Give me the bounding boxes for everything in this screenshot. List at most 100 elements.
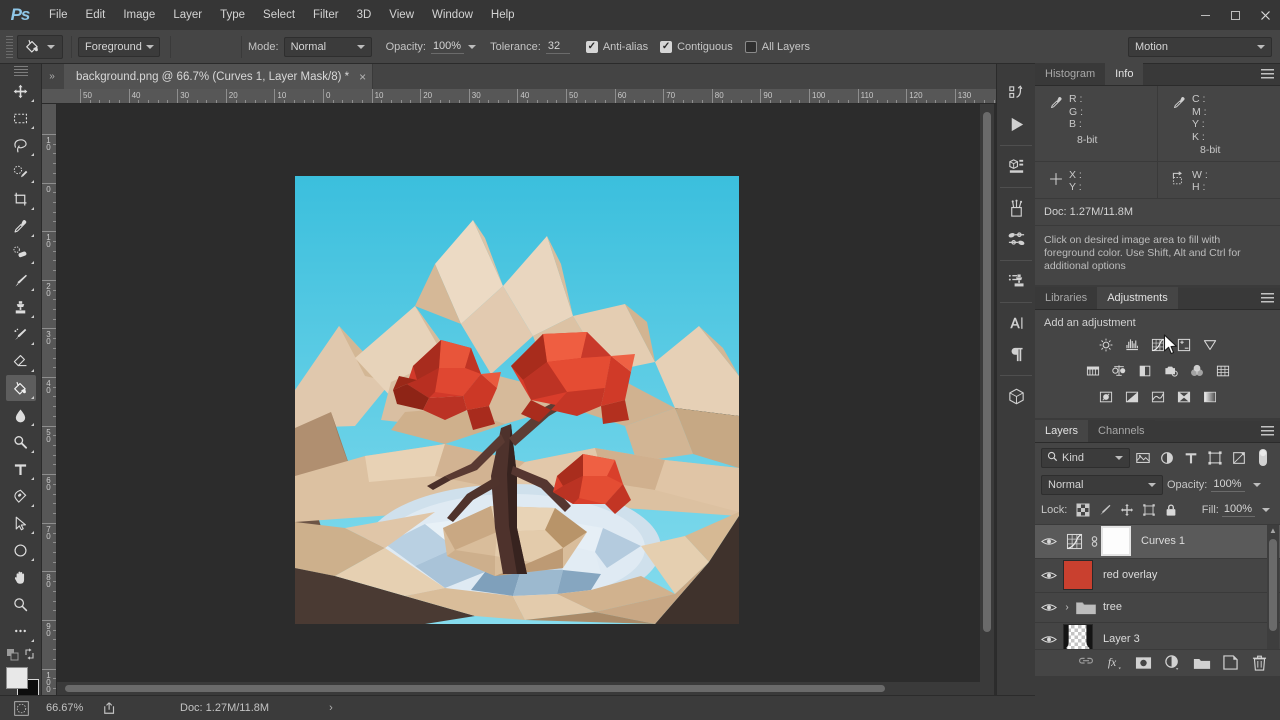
brush-tool[interactable]: [6, 267, 36, 293]
pen-tool[interactable]: [6, 483, 36, 509]
levels-icon[interactable]: [1121, 335, 1143, 355]
tab-info[interactable]: Info: [1105, 63, 1143, 85]
ellipse-tool[interactable]: [6, 537, 36, 563]
menu-layer[interactable]: Layer: [164, 0, 211, 30]
layer-mask-link-icon[interactable]: [1087, 534, 1101, 549]
delete-layer-icon[interactable]: [1251, 654, 1269, 672]
close-icon[interactable]: [1250, 0, 1280, 30]
vertical-ruler[interactable]: 100102030405060708090100110: [42, 104, 57, 695]
layer-opacity-caret-icon[interactable]: [1253, 483, 1261, 487]
eyedropper-tool[interactable]: [6, 213, 36, 239]
new-adjustment-icon[interactable]: [1164, 654, 1182, 672]
threshold-icon[interactable]: [1147, 387, 1169, 407]
close-document-icon[interactable]: ×: [359, 70, 366, 84]
menu-filter[interactable]: Filter: [304, 0, 348, 30]
add-mask-icon[interactable]: [1135, 654, 1153, 672]
opacity-value[interactable]: 100%: [431, 39, 464, 54]
horizontal-ruler[interactable]: 5040302010010203040506070809010011012013…: [42, 89, 996, 104]
canvas-horizontal-scrollbar[interactable]: [57, 682, 980, 695]
artboard[interactable]: [295, 176, 739, 624]
tool-preset-caret-icon[interactable]: [47, 45, 55, 49]
status-expand-icon[interactable]: ›: [329, 702, 333, 714]
color-balance-icon[interactable]: [1108, 361, 1130, 381]
new-group-icon[interactable]: [1193, 654, 1211, 672]
canvas-vertical-scrollbar-thumb[interactable]: [983, 112, 991, 632]
type-filter-icon[interactable]: [1181, 448, 1202, 468]
layers-scrollbar[interactable]: ▲ ▼: [1267, 525, 1279, 661]
tab-histogram[interactable]: Histogram: [1035, 63, 1105, 85]
layer-name[interactable]: tree: [1103, 601, 1122, 613]
blur-tool[interactable]: [6, 402, 36, 428]
rectangular-marquee-tool[interactable]: [6, 105, 36, 131]
3d-cube-icon[interactable]: [999, 381, 1033, 411]
tab-layers[interactable]: Layers: [1035, 420, 1088, 442]
canvas-horizontal-scrollbar-thumb[interactable]: [65, 685, 885, 692]
document-tab[interactable]: background.png @ 66.7% (Curves 1, Layer …: [64, 64, 373, 89]
photo-filter-icon[interactable]: [1160, 361, 1182, 381]
selective-color-icon[interactable]: [1173, 387, 1195, 407]
menu-file[interactable]: File: [40, 0, 77, 30]
link-layers-icon[interactable]: [1077, 654, 1095, 672]
invert-icon[interactable]: [1095, 387, 1117, 407]
layer-name[interactable]: Curves 1: [1141, 535, 1185, 547]
tab-libraries[interactable]: Libraries: [1035, 287, 1097, 309]
contiguous-checkbox[interactable]: Contiguous: [660, 41, 733, 53]
type-tool[interactable]: [6, 456, 36, 482]
brush-settings-icon[interactable]: [999, 224, 1033, 254]
workspace-dropdown[interactable]: Motion: [1128, 37, 1272, 57]
exposure-icon[interactable]: [1173, 335, 1195, 355]
menu-help[interactable]: Help: [482, 0, 524, 30]
anti-alias-checkbox[interactable]: Anti-alias: [586, 41, 648, 53]
tools-panel-grip[interactable]: [14, 66, 28, 76]
all-layers-checkbox[interactable]: All Layers: [745, 41, 810, 53]
history-brush-tool[interactable]: [6, 321, 36, 347]
layer-visibility-toggle[interactable]: [1037, 524, 1061, 558]
lock-all-icon[interactable]: [1161, 501, 1180, 519]
canvas-area[interactable]: [57, 104, 996, 695]
tolerance-value[interactable]: 32: [546, 39, 570, 54]
vibrance-icon[interactable]: [1199, 335, 1221, 355]
curves-icon[interactable]: [1147, 335, 1169, 355]
collapse-panels-icon[interactable]: »: [42, 64, 62, 89]
menu-window[interactable]: Window: [423, 0, 482, 30]
posterize-icon[interactable]: [1121, 387, 1143, 407]
black-white-icon[interactable]: [1134, 361, 1156, 381]
layers-panel-menu-icon[interactable]: [1261, 426, 1274, 437]
paint-bucket-tool[interactable]: [6, 375, 36, 401]
dodge-tool[interactable]: [6, 429, 36, 455]
path-selection-tool[interactable]: [6, 510, 36, 536]
gradient-map-icon[interactable]: [1199, 387, 1221, 407]
shape-filter-icon[interactable]: [1205, 448, 1226, 468]
crop-tool[interactable]: [6, 186, 36, 212]
clone-stamp-tool[interactable]: [6, 294, 36, 320]
foreground-color-swatch[interactable]: [6, 667, 28, 689]
scroll-up-icon[interactable]: ▲: [1269, 526, 1277, 535]
clone-source-icon[interactable]: [999, 266, 1033, 296]
zoom-tool[interactable]: [6, 591, 36, 617]
layer-kind-dropdown[interactable]: Kind: [1041, 448, 1130, 468]
lock-artboard-icon[interactable]: [1139, 501, 1158, 519]
pixel-filter-icon[interactable]: [1133, 448, 1154, 468]
zoom-level[interactable]: 66.67%: [42, 702, 98, 714]
lock-position-icon[interactable]: [1117, 501, 1136, 519]
color-lookup-icon[interactable]: [1212, 361, 1234, 381]
layers-scrollbar-thumb[interactable]: [1269, 539, 1277, 631]
layer-thumbnail[interactable]: [1063, 560, 1093, 590]
adjustment-filter-icon[interactable]: [1157, 448, 1178, 468]
hand-tool[interactable]: [6, 564, 36, 590]
info-panel-menu-icon[interactable]: [1261, 69, 1274, 80]
blend-mode-dropdown[interactable]: Normal: [284, 37, 372, 57]
table-row[interactable]: red overlay: [1035, 559, 1280, 593]
properties-3d-icon[interactable]: [999, 151, 1033, 181]
tab-adjustments[interactable]: Adjustments: [1097, 287, 1178, 309]
lock-transparency-icon[interactable]: [1073, 501, 1092, 519]
layer-mask-thumbnail[interactable]: [1101, 526, 1131, 556]
history-icon[interactable]: [999, 78, 1033, 108]
layer-fill-caret-icon[interactable]: [1262, 508, 1270, 512]
healing-brush-tool[interactable]: [6, 240, 36, 266]
menu-3d[interactable]: 3D: [348, 0, 381, 30]
chevron-right-icon[interactable]: ›: [1061, 602, 1073, 613]
options-bar-grip[interactable]: [6, 36, 13, 58]
layer-style-fx-icon[interactable]: fx: [1106, 654, 1124, 672]
opacity-caret-icon[interactable]: [468, 45, 476, 49]
